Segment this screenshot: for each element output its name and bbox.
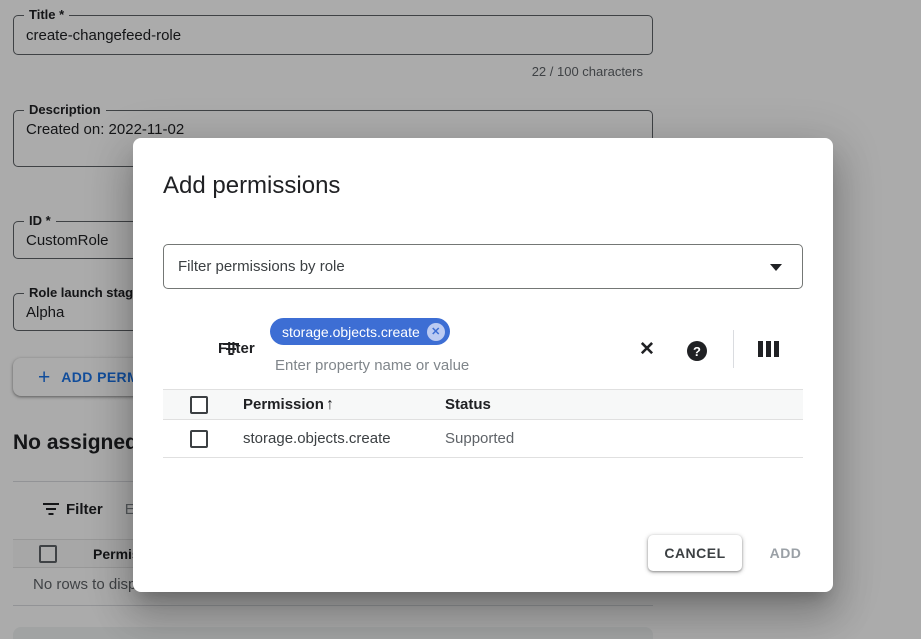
- dialog-select-all-checkbox[interactable]: [190, 396, 208, 414]
- permission-column-header[interactable]: Permission: [243, 396, 324, 413]
- dialog-table-header-row: Permission ↑ Status: [163, 389, 803, 420]
- permission-table-row[interactable]: storage.objects.create Supported: [163, 420, 803, 458]
- toolbar-divider: [733, 330, 734, 368]
- dialog-title: Add permissions: [163, 172, 340, 200]
- add-permissions-dialog: Add permissions Filter permissions by ro…: [133, 138, 833, 592]
- screen: Title * create-changefeed-role 22 / 100 …: [0, 0, 921, 639]
- filter-chip[interactable]: storage.objects.create ✕: [270, 318, 450, 345]
- row-checkbox[interactable]: [190, 430, 208, 448]
- dialog-permissions-table: Permission ↑ Status storage.objects.crea…: [163, 389, 803, 458]
- role-filter-dropdown[interactable]: Filter permissions by role: [163, 244, 803, 289]
- dialog-filter-label: Filter: [218, 340, 255, 357]
- status-column-header[interactable]: Status: [445, 396, 491, 413]
- filter-chip-label: storage.objects.create: [282, 324, 420, 340]
- columns-icon: [758, 341, 763, 357]
- column-display-options-button[interactable]: [757, 341, 779, 357]
- close-icon: ✕: [639, 338, 655, 361]
- permission-cell: storage.objects.create: [243, 430, 391, 447]
- chip-remove-icon[interactable]: ✕: [427, 323, 445, 341]
- status-cell: Supported: [445, 430, 514, 447]
- arrow-drop-down-icon: [770, 264, 782, 271]
- role-filter-placeholder: Filter permissions by role: [164, 258, 345, 275]
- sort-ascending-icon: ↑: [326, 396, 334, 414]
- dialog-filter-input[interactable]: Enter property name or value: [275, 357, 469, 374]
- add-button[interactable]: ADD: [763, 535, 808, 571]
- filter-help-button[interactable]: ?: [685, 339, 709, 363]
- help-icon: ?: [687, 341, 707, 361]
- clear-filters-button[interactable]: ✕: [635, 337, 659, 361]
- cancel-button[interactable]: CANCEL: [648, 535, 742, 571]
